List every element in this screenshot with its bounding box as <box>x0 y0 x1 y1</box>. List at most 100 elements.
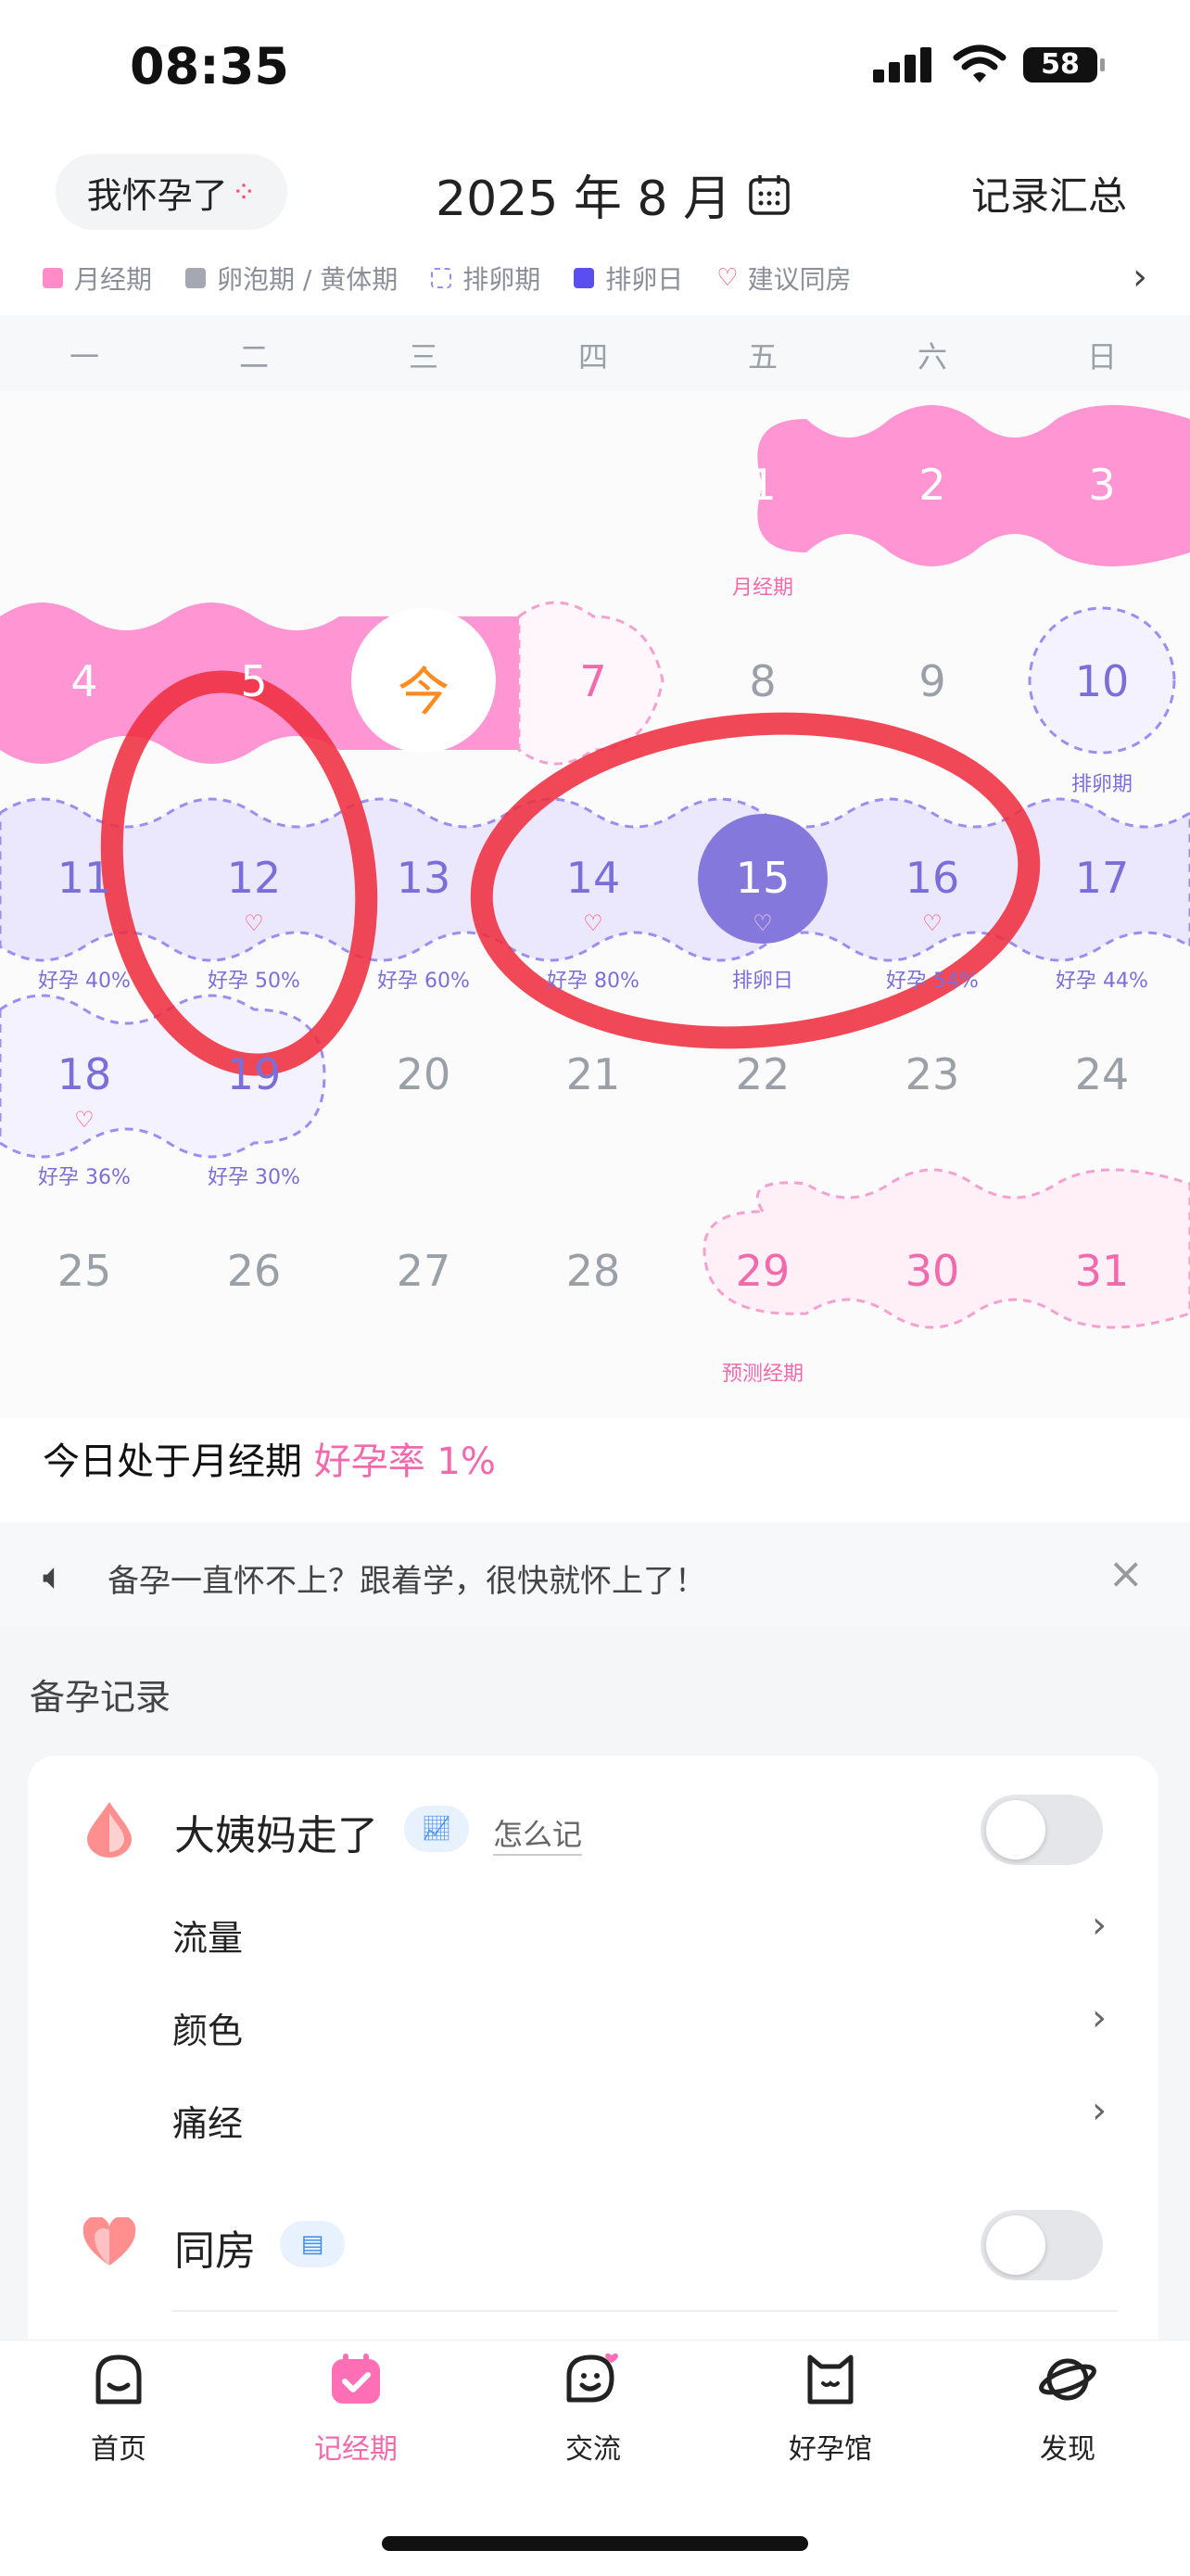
today-status-text: 今日处于月经期 <box>43 1440 302 1483</box>
chart-icon[interactable]: 📈︎ <box>404 1806 469 1852</box>
calendar-day[interactable]: 8 <box>698 656 828 706</box>
status-icons: 58 <box>873 44 1105 85</box>
day-label: 预测经期 <box>721 1363 804 1386</box>
record-item-label: 痛经 <box>172 2103 244 2144</box>
status-time: 08:35 <box>130 37 289 95</box>
tab-discover[interactable]: 发现 <box>949 2341 1186 2498</box>
day-label: 好孕 80% <box>547 970 639 993</box>
pregnant-button-label: 我怀孕了 <box>86 174 228 216</box>
calendar-day[interactable]: 28 <box>528 1246 658 1296</box>
legend-item-ovulation-day: 排卵日 <box>574 260 683 297</box>
weekday-label: 一 <box>69 339 99 374</box>
calendar-day[interactable]: 18 <box>19 1049 149 1099</box>
day-label: 排卵日 <box>731 970 793 993</box>
day-label: 好孕 50% <box>208 970 300 993</box>
month-selector[interactable]: 2025 年 8 月 <box>436 159 791 229</box>
calendar-day[interactable]: 13 <box>359 853 488 903</box>
calendar-day[interactable]: 26 <box>189 1246 319 1296</box>
calendar-day[interactable]: 11 <box>19 853 149 903</box>
day-label: 好孕 40% <box>38 970 131 993</box>
tab-label: 首页 <box>91 2433 146 2466</box>
calendar-day[interactable]: 19 <box>189 1049 319 1099</box>
calendar-day[interactable]: 23 <box>867 1049 997 1099</box>
calendar-grid[interactable]: 1 月经期 2 3 4 5 今 7 8 9 10 排卵期 11 好孕 40% 1… <box>0 391 1190 1418</box>
records-section: 备孕记录 大姨妈走了 📈︎ 怎么记 流量 › 颜色 › 痛经 › 同房 ▤ <box>0 1626 1190 2367</box>
record-item-cramps[interactable]: 痛经 › <box>28 2080 1158 2154</box>
close-icon[interactable]: × <box>1108 1548 1144 1598</box>
calendar-day[interactable]: 10 <box>1037 656 1167 706</box>
intercourse-row[interactable]: 同房 ▤ <box>28 2202 1158 2286</box>
calendar-day[interactable]: 14 <box>528 853 658 903</box>
calendar-day[interactable]: 24 <box>1037 1049 1167 1099</box>
droplet-icon <box>87 1802 132 1858</box>
calendar-day[interactable]: 3 <box>1037 460 1167 510</box>
chevron-right-icon: › <box>1092 1997 1107 2039</box>
record-item-label: 流量 <box>172 1918 244 1959</box>
calendar-day[interactable]: 4 <box>19 656 149 706</box>
period-ended-row[interactable]: 大姨妈走了 📈︎ 怎么记 <box>28 1787 1158 1871</box>
day-label: 排卵期 <box>1070 773 1133 796</box>
calendar-day[interactable]: 1 <box>698 460 828 510</box>
calendar-icon <box>749 174 790 215</box>
month-title: 2025 年 8 月 <box>436 171 732 227</box>
legend[interactable]: 月经期 卵泡期 / 黄体期 排卵期 排卵日 ♡ 建议同房 › <box>43 256 1147 298</box>
calendar-day[interactable]: 30 <box>867 1246 997 1296</box>
intercourse-toggle[interactable] <box>981 2210 1103 2280</box>
legend-label: 排卵期 <box>462 264 541 295</box>
tab-store[interactable]: 好孕馆 <box>712 2341 949 2498</box>
battery-indicator: 58 <box>1023 47 1105 82</box>
intercourse-title: 同房 <box>174 2227 256 2275</box>
day-label: 好孕 54% <box>886 970 979 993</box>
divider <box>172 2310 1118 2312</box>
calendar-day[interactable]: 12 <box>189 853 319 903</box>
home-face-icon <box>95 2354 142 2405</box>
how-to-record-link[interactable]: 怎么记 <box>493 1811 583 1856</box>
tab-community[interactable]: 交流 <box>475 2341 712 2498</box>
calendar-day[interactable]: 25 <box>19 1246 149 1296</box>
calendar-day[interactable]: 21 <box>528 1049 658 1099</box>
legend-item-intercourse: ♡ 建议同房 <box>716 260 851 297</box>
calendar-day[interactable]: 29 <box>698 1246 828 1296</box>
calendar-day[interactable]: 22 <box>698 1049 828 1099</box>
calendar-day[interactable]: 17 <box>1037 853 1167 903</box>
chevron-right-icon: › <box>1092 1904 1107 1947</box>
legend-item-period: 月经期 <box>43 260 152 297</box>
today-marker[interactable]: 今 <box>359 651 488 726</box>
calendar-day[interactable]: 16 <box>867 853 997 903</box>
legend-swatch-follicular <box>185 268 207 288</box>
records-summary-link[interactable]: 记录汇总 <box>971 165 1127 222</box>
speaker-icon: 🔈︎ <box>43 1555 65 1598</box>
period-ended-toggle[interactable] <box>981 1795 1103 1865</box>
period-ended-title: 大姨妈走了 <box>174 1812 378 1859</box>
note-icon[interactable]: ▤ <box>280 2221 345 2267</box>
record-item-color[interactable]: 颜色 › <box>28 1987 1158 2062</box>
promo-banner[interactable]: 🔈︎ 备孕一直怀不上？跟着学，很快就怀上了！ × <box>0 1522 1190 1626</box>
record-item-flow[interactable]: 流量 › <box>28 1895 1158 1969</box>
banner-text: 备孕一直怀不上？跟着学，很快就怀上了！ <box>108 1563 706 1600</box>
day-label: 好孕 44% <box>1056 970 1148 993</box>
legend-swatch-ovulation-day <box>574 268 595 288</box>
dots-icon: ⁘ <box>231 174 257 209</box>
pregnancy-rate: 好孕率 1% <box>313 1440 496 1483</box>
calendar-day[interactable]: 20 <box>359 1049 488 1099</box>
chevron-right-icon[interactable]: › <box>1133 256 1147 298</box>
calendar-day[interactable]: 27 <box>359 1246 488 1296</box>
weekday-label: 四 <box>577 339 608 374</box>
calendar-day[interactable]: 5 <box>189 656 319 706</box>
weekday-header: 一 二 三 四 五 六 日 <box>0 315 1190 391</box>
calendar-day[interactable]: 15 <box>698 853 828 903</box>
calendar-check-icon <box>332 2354 380 2404</box>
home-indicator <box>382 2536 808 2551</box>
heart-icon: ♡ <box>922 910 943 936</box>
tab-period[interactable]: 记经期 <box>237 2341 475 2498</box>
tab-home[interactable]: 首页 <box>0 2341 237 2498</box>
calendar-day[interactable]: 31 <box>1037 1246 1167 1296</box>
heart-icon: ♡ <box>244 910 264 936</box>
pregnant-button[interactable]: 我怀孕了 ⁘ <box>56 154 287 230</box>
tab-label: 交流 <box>565 2433 621 2466</box>
weekday-label: 三 <box>408 339 438 374</box>
legend-swatch-period <box>43 268 63 288</box>
calendar-day[interactable]: 2 <box>867 460 997 510</box>
calendar-day[interactable]: 9 <box>867 656 997 706</box>
calendar-day[interactable]: 7 <box>528 656 658 706</box>
